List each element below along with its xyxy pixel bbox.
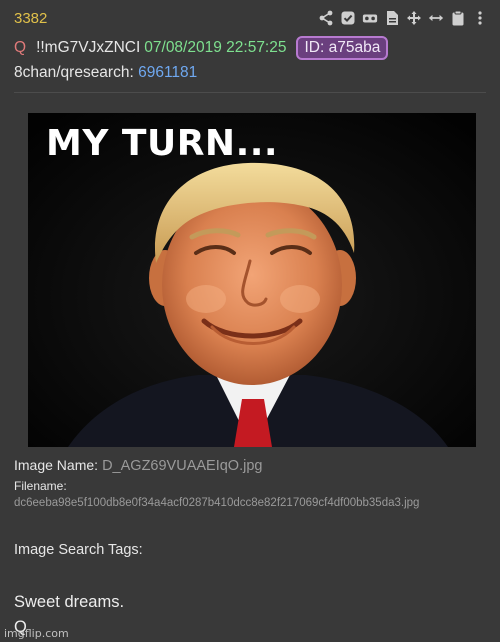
check-badge-icon[interactable]: [340, 9, 356, 27]
message-line-1: Sweet dreams.: [14, 593, 125, 611]
filename-value: dc6eeba98e5f100db8e0f34a4acf0287b410dcc8…: [14, 497, 420, 509]
image-name-label: Image Name:: [14, 457, 99, 473]
expand-horizontal-icon[interactable]: [428, 9, 444, 27]
meme-caption: MY TURN...: [46, 123, 279, 164]
image-name-value: D_AGZ69VUAAEIqO.jpg: [102, 458, 263, 474]
document-icon[interactable]: [384, 9, 400, 27]
clipboard-icon[interactable]: [450, 9, 466, 27]
id-badge[interactable]: ID: a75aba: [296, 36, 389, 60]
post-meta: Q !!mG7VJxZNCI 07/08/2019 22:57:25 ID: a…: [14, 36, 389, 60]
author-name: Q: [14, 39, 27, 56]
post-number[interactable]: 3382: [14, 10, 47, 27]
vr-headset-icon[interactable]: [362, 9, 378, 27]
divider: [14, 92, 486, 93]
share-icon[interactable]: [318, 9, 334, 27]
q-post-card: 3382 Q !!mG7VJxZNCI 07/08/2019 22:57:25: [0, 0, 500, 642]
attached-meme-image[interactable]: MY TURN...: [28, 113, 476, 447]
post-toolbar: [318, 9, 488, 27]
image-search-tags-label: Image Search Tags:: [14, 542, 143, 558]
filename-label: Filename:: [14, 479, 67, 493]
move-icon[interactable]: [406, 9, 422, 27]
watermark: imgflip.com: [4, 627, 69, 640]
more-icon[interactable]: [472, 9, 488, 27]
tripcode: !!mG7VJxZNCI: [36, 39, 141, 56]
board-post-link[interactable]: 6961181: [138, 64, 197, 81]
post-date: 07/08/2019 22:57:25: [144, 39, 287, 56]
image-name: Image Name: D_AGZ69VUAAEIqO.jpg: [14, 457, 262, 474]
board-prefix: 8chan/qresearch:: [14, 64, 134, 81]
board-reference: 8chan/qresearch: 6961181: [14, 64, 197, 82]
